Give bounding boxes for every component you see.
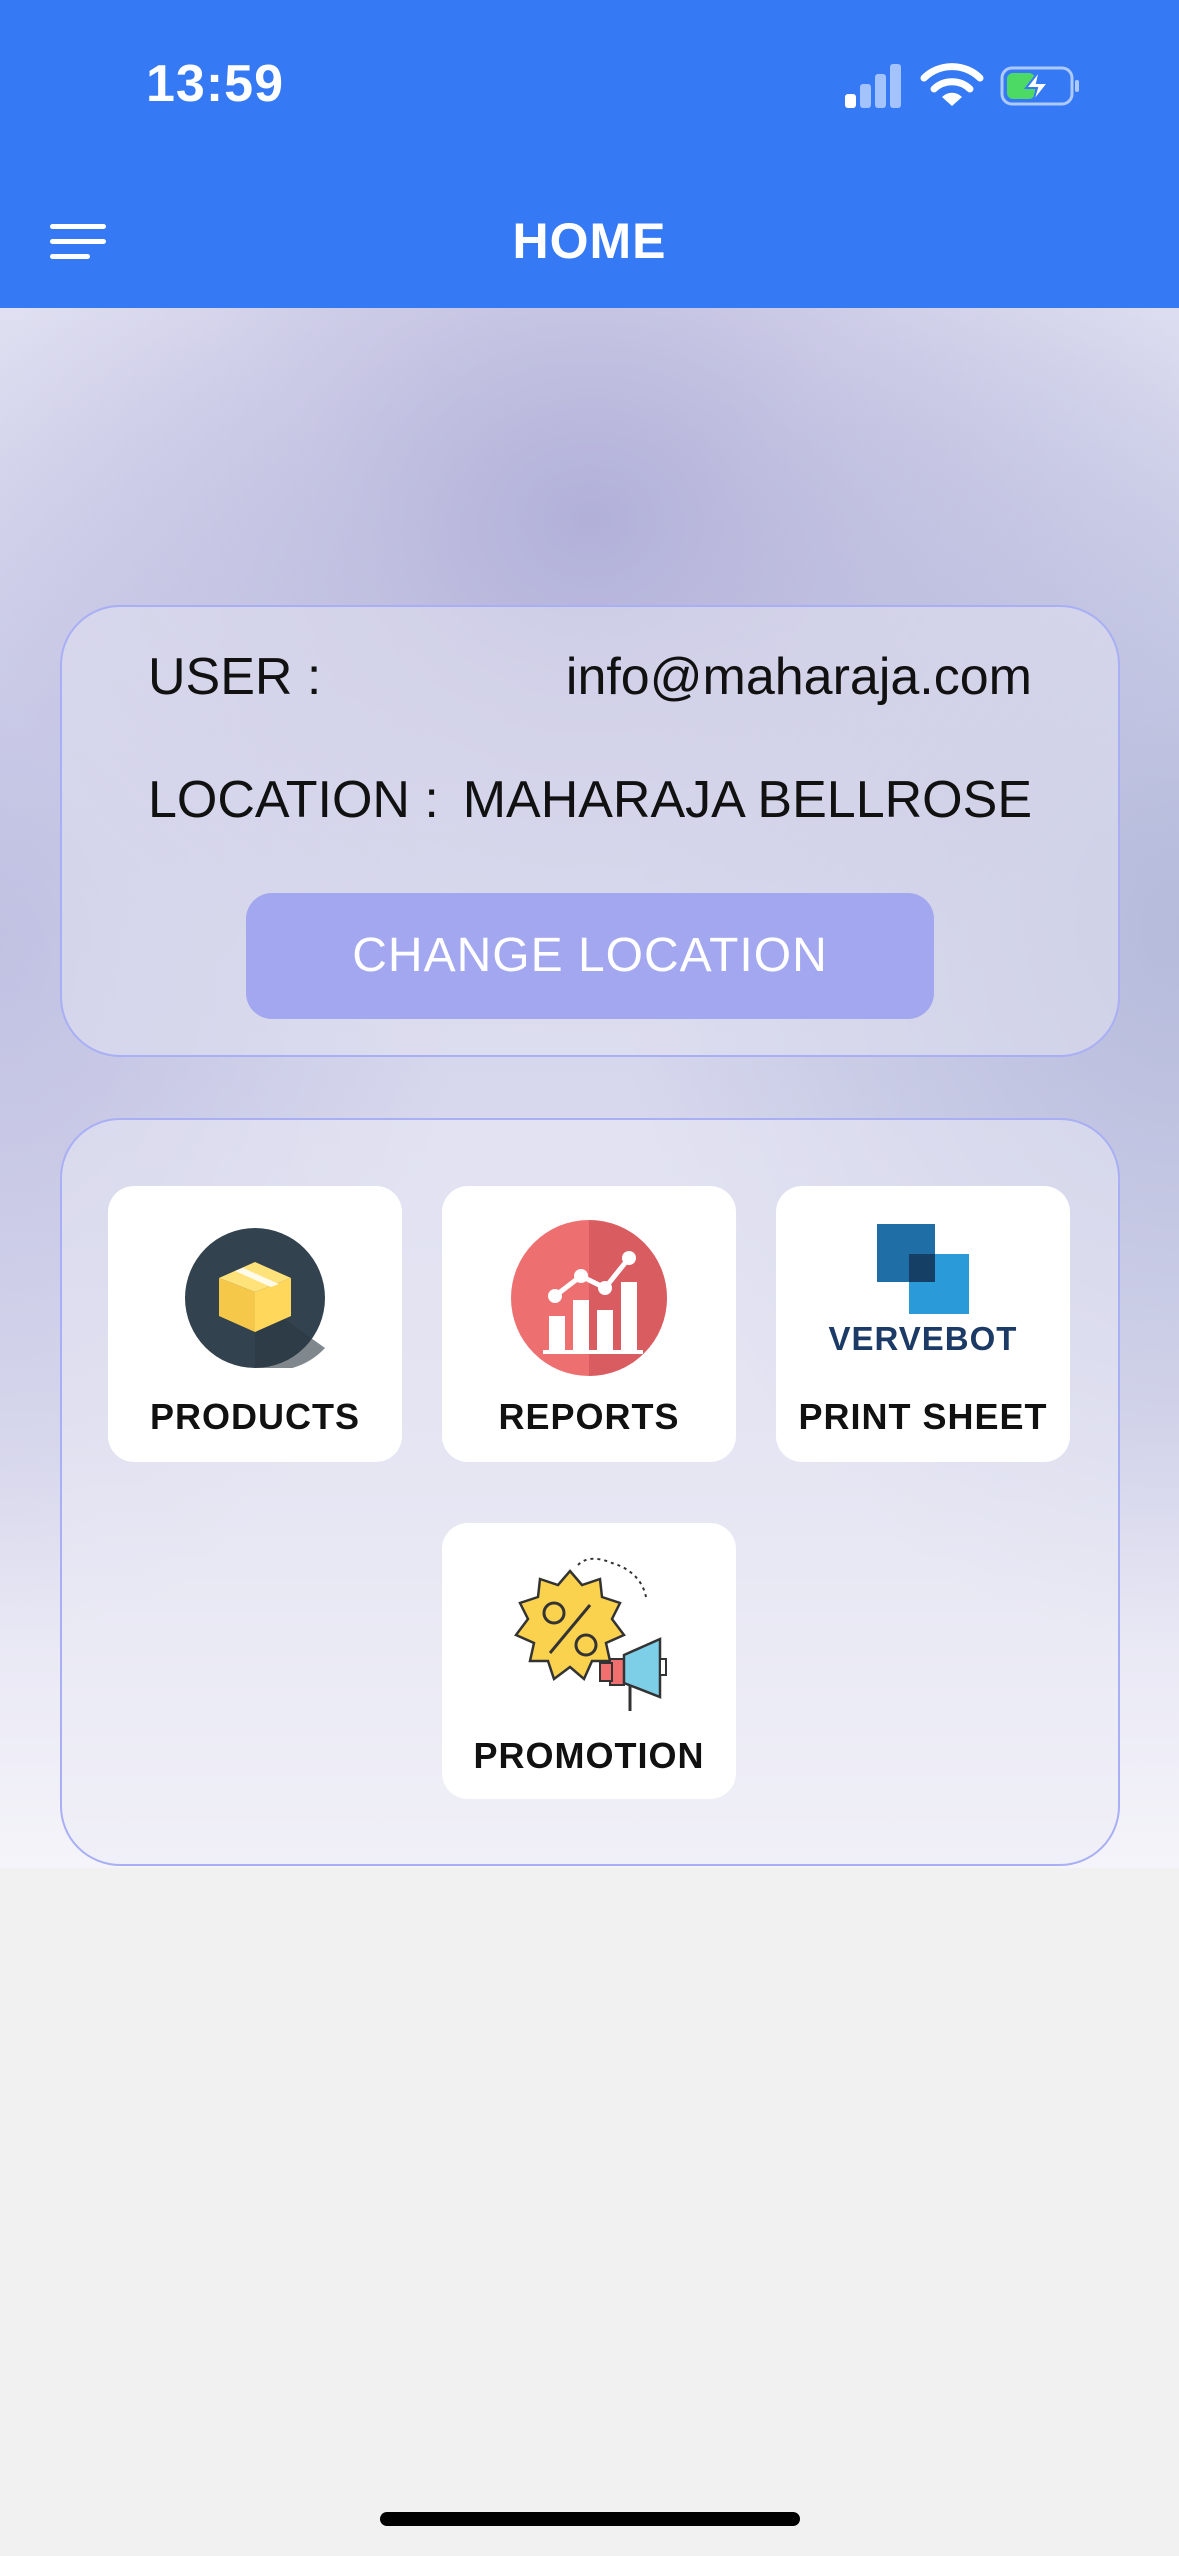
print-sheet-tile[interactable]: VERVEBOT PRINT SHEET xyxy=(776,1186,1070,1462)
app-header: 13:59 HOME xyxy=(0,0,1179,308)
report-chart-icon xyxy=(511,1220,667,1376)
home-indicator[interactable] xyxy=(380,2512,800,2526)
page-title: HOME xyxy=(512,213,667,269)
location-name: MAHARAJA BELLROSE xyxy=(462,771,1032,829)
reports-label: REPORTS xyxy=(498,1396,680,1437)
promotion-label: PROMOTION xyxy=(473,1735,705,1776)
print-sheet-label: PRINT SHEET xyxy=(798,1396,1048,1437)
products-tile[interactable]: PRODUCTS xyxy=(108,1186,402,1462)
vervebot-logo-text: VERVEBOT xyxy=(828,1320,1018,1357)
location-label: LOCATION : xyxy=(148,771,439,829)
change-location-button[interactable]: CHANGE LOCATION xyxy=(246,893,934,1019)
user-info-card: USER : info@maharaja.com LOCATION : MAHA… xyxy=(60,605,1120,1057)
status-time: 13:59 xyxy=(146,55,284,113)
cellular-signal-icon xyxy=(845,62,905,108)
reports-tile[interactable]: REPORTS xyxy=(442,1186,736,1462)
product-box-icon xyxy=(185,1228,325,1371)
user-email: info@maharaja.com xyxy=(565,648,1032,706)
wifi-icon xyxy=(920,62,984,108)
vervebot-logo: VERVEBOT xyxy=(828,1224,1018,1364)
products-label: PRODUCTS xyxy=(149,1396,360,1437)
battery-charging-icon xyxy=(1000,66,1080,106)
module-grid: PRODUCTS REPORTS VERVEBOT PRINT SHEET PR… xyxy=(60,1118,1120,1866)
promotion-megaphone-icon xyxy=(492,1551,686,1721)
user-label: USER : xyxy=(148,648,322,706)
promotion-tile[interactable]: PROMOTION xyxy=(442,1523,736,1799)
